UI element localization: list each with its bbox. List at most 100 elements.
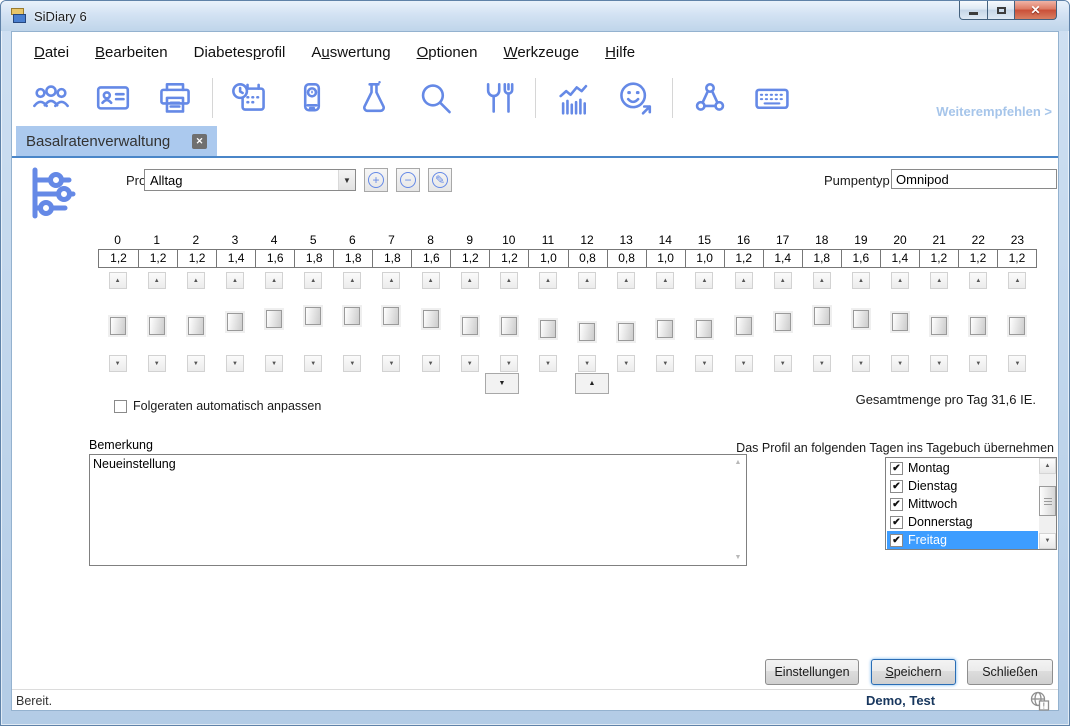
rate-down-button[interactable]: ▼	[187, 355, 205, 372]
rate-slider-thumb[interactable]	[344, 307, 360, 325]
rate-slider-thumb[interactable]	[853, 310, 869, 328]
rate-up-button[interactable]: ▲	[813, 272, 831, 289]
day-list-item[interactable]: ✔Dienstag	[887, 477, 1038, 495]
rate-up-button[interactable]: ▲	[422, 272, 440, 289]
rate-up-button[interactable]: ▲	[461, 272, 479, 289]
pump-type-input[interactable]	[891, 169, 1057, 189]
rate-slider-thumb[interactable]	[110, 317, 126, 335]
rate-up-button[interactable]: ▲	[304, 272, 322, 289]
edit-profile-button[interactable]: ✎	[428, 168, 452, 192]
day-list-item[interactable]: ✔Freitag	[887, 531, 1038, 549]
rate-slider[interactable]	[333, 289, 372, 353]
rate-up-button[interactable]: ▲	[343, 272, 361, 289]
schedule-icon[interactable]	[230, 79, 270, 117]
rate-up-button[interactable]: ▲	[187, 272, 205, 289]
rate-slider[interactable]	[450, 289, 489, 353]
rate-up-button[interactable]: ▲	[656, 272, 674, 289]
rate-slider[interactable]	[959, 289, 998, 353]
menu-item-hilfe[interactable]: Hilfe	[605, 44, 635, 61]
rate-slider-thumb[interactable]	[696, 320, 712, 338]
tab-close-icon[interactable]: ✕	[192, 134, 207, 149]
rate-down-button[interactable]: ▼	[265, 355, 283, 372]
scrollbar-up-icon[interactable]: ▲	[1039, 458, 1056, 474]
rate-down-button[interactable]: ▼	[148, 355, 166, 372]
save-button[interactable]: Speichern	[871, 659, 956, 685]
rate-slider-thumb[interactable]	[579, 323, 595, 341]
rate-down-button[interactable]: ▼	[930, 355, 948, 372]
profile-select[interactable]: Alltag ▼	[144, 169, 356, 191]
rate-slider[interactable]	[802, 289, 841, 353]
share-icon[interactable]	[690, 79, 730, 117]
day-list-item[interactable]: ✔Montag	[887, 459, 1038, 477]
recommend-link[interactable]: Weiterempfehlen >	[936, 104, 1052, 119]
rate-slider-thumb[interactable]	[188, 317, 204, 335]
contact-card-icon[interactable]	[93, 79, 133, 117]
rate-slider-thumb[interactable]	[227, 313, 243, 331]
rate-down-button[interactable]: ▼	[774, 355, 792, 372]
wellbeing-icon[interactable]	[615, 79, 655, 117]
rate-up-button[interactable]: ▲	[148, 272, 166, 289]
scroll-up-icon[interactable]: ▲	[730, 455, 746, 470]
rate-down-button[interactable]: ▼	[304, 355, 322, 372]
rate-slider-thumb[interactable]	[501, 317, 517, 335]
rate-slider-thumb[interactable]	[970, 317, 986, 335]
rate-slider[interactable]	[372, 289, 411, 353]
menu-item-auswertung[interactable]: Auswertung	[311, 44, 390, 61]
rate-slider[interactable]	[528, 289, 567, 353]
rate-down-button[interactable]: ▼	[422, 355, 440, 372]
follow-rates-checkbox[interactable]	[114, 400, 127, 413]
rate-slider[interactable]	[724, 289, 763, 353]
rate-down-button[interactable]: ▼	[539, 355, 557, 372]
rate-slider-thumb[interactable]	[1009, 317, 1025, 335]
close-button[interactable]: ✕	[1015, 1, 1057, 20]
settings-button[interactable]: Einstellungen	[765, 659, 859, 685]
day-checkbox[interactable]: ✔	[890, 534, 903, 547]
rate-down-button[interactable]: ▼	[578, 355, 596, 372]
rate-slider-thumb[interactable]	[736, 317, 752, 335]
add-profile-button[interactable]: +	[364, 168, 388, 192]
menu-item-optionen[interactable]: Optionen	[417, 44, 478, 61]
rate-slider[interactable]	[998, 289, 1037, 353]
rate-up-button[interactable]: ▲	[695, 272, 713, 289]
rate-up-button[interactable]: ▲	[578, 272, 596, 289]
days-scrollbar[interactable]: ▲ ▼	[1039, 458, 1056, 549]
printer-icon[interactable]	[155, 79, 195, 117]
rate-slider[interactable]	[98, 289, 137, 353]
rate-up-button[interactable]: ▲	[1008, 272, 1026, 289]
rate-slider[interactable]	[646, 289, 685, 353]
rate-slider[interactable]	[568, 289, 607, 353]
keyboard-icon[interactable]	[752, 79, 792, 117]
rate-slider[interactable]	[294, 289, 333, 353]
rate-up-button[interactable]: ▲	[774, 272, 792, 289]
rate-down-button[interactable]: ▼	[461, 355, 479, 372]
day-checkbox[interactable]: ✔	[890, 480, 903, 493]
rate-down-button[interactable]: ▼	[969, 355, 987, 372]
remove-profile-button[interactable]: −	[396, 168, 420, 192]
rate-up-button[interactable]: ▲	[617, 272, 635, 289]
rate-slider[interactable]	[411, 289, 450, 353]
rate-down-button[interactable]: ▼	[617, 355, 635, 372]
rate-slider[interactable]	[255, 289, 294, 353]
rate-up-button[interactable]: ▲	[539, 272, 557, 289]
rate-up-button[interactable]: ▲	[930, 272, 948, 289]
rate-down-button[interactable]: ▼	[1008, 355, 1026, 372]
menu-item-diabetesprofil[interactable]: Diabetesprofil	[194, 44, 286, 61]
lab-flask-icon[interactable]	[354, 79, 394, 117]
rate-slider[interactable]	[137, 289, 176, 353]
rate-slider-thumb[interactable]	[814, 307, 830, 325]
rate-down-button[interactable]: ▼	[109, 355, 127, 372]
rate-down-button[interactable]: ▼	[343, 355, 361, 372]
rate-slider-thumb[interactable]	[462, 317, 478, 335]
users-icon[interactable]	[31, 79, 71, 117]
rate-slider-thumb[interactable]	[540, 320, 556, 338]
rate-slider-thumb[interactable]	[149, 317, 165, 335]
rate-up-button[interactable]: ▲	[969, 272, 987, 289]
rate-down-button[interactable]: ▼	[382, 355, 400, 372]
global-up-button[interactable]: ▲	[575, 373, 609, 394]
scroll-down-icon[interactable]: ▼	[730, 550, 746, 565]
rate-up-button[interactable]: ▲	[500, 272, 518, 289]
rate-down-button[interactable]: ▼	[500, 355, 518, 372]
rate-down-button[interactable]: ▼	[695, 355, 713, 372]
day-checkbox[interactable]: ✔	[890, 498, 903, 511]
rate-slider[interactable]	[607, 289, 646, 353]
